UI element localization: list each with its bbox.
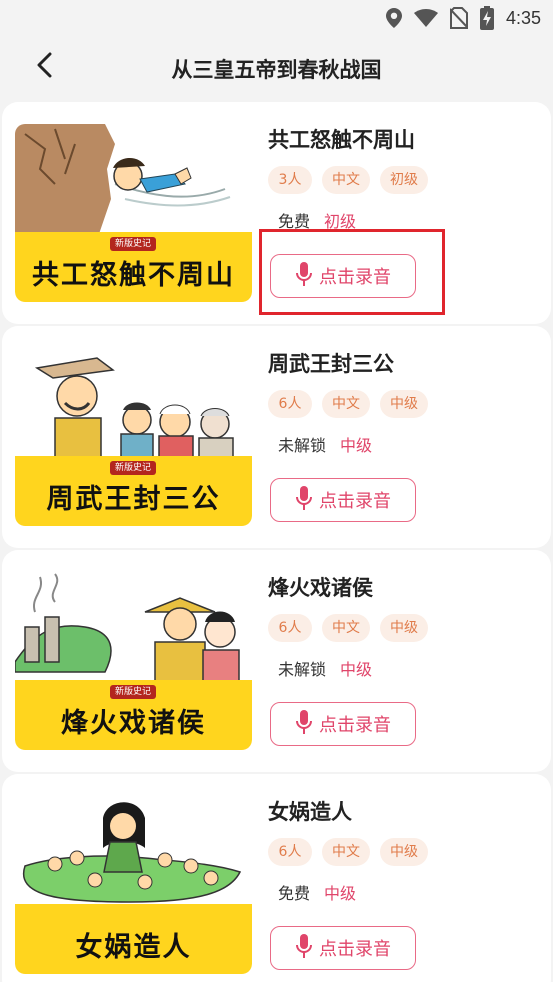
microphone-icon: [295, 933, 313, 963]
record-button[interactable]: 点击录音: [270, 478, 416, 522]
lesson-meta: 免费 中级: [268, 880, 538, 903]
lesson-title: 烽火戏诸侯: [268, 576, 373, 600]
lesson-info: 周武王封三公 6人 中文 中级 未解锁 中级 点击录音: [268, 348, 538, 522]
record-label: 点击录音: [319, 939, 391, 960]
tag-list: 3人 中文 初级: [268, 166, 538, 194]
lesson-card[interactable]: 共工怒触不周山 新版史记 共工怒触不周山 3人 中文 初级 免费 初级 点击录音: [2, 102, 551, 324]
lesson-meta: 未解锁 中级: [268, 656, 538, 679]
series-badge: 新版史记: [110, 461, 157, 475]
tag-language: 中文: [322, 614, 370, 642]
access-status: 未解锁: [278, 436, 327, 455]
nav-bar: 从三皇五帝到春秋战国: [0, 36, 553, 100]
difficulty-level: 中级: [340, 436, 373, 455]
difficulty-level: 初级: [324, 212, 357, 231]
lesson-meta: 免费 初级: [268, 208, 538, 231]
clock: 4:35: [505, 7, 541, 28]
lesson-title: 共工怒触不周山: [268, 128, 415, 152]
record-label: 点击录音: [319, 715, 391, 736]
tag-level: 中级: [380, 838, 428, 866]
lesson-illustration: [15, 796, 252, 906]
lesson-info: 女娲造人 6人 中文 中级 免费 中级 点击录音: [268, 796, 538, 970]
lesson-thumbnail: 周武王封三公 新版史记: [15, 348, 252, 526]
lesson-card[interactable]: 周武王封三公 新版史记 周武王封三公 6人 中文 中级 未解锁 中级 点击录音: [2, 326, 551, 548]
record-button[interactable]: 点击录音: [270, 254, 416, 298]
lesson-info: 共工怒触不周山 3人 中文 初级 免费 初级 点击录音: [268, 124, 538, 298]
lesson-title: 女娲造人: [268, 800, 352, 824]
tag-level: 初级: [380, 166, 428, 194]
access-status: 免费: [278, 884, 311, 903]
tag-language: 中文: [322, 390, 370, 418]
tag-people: 3人: [268, 166, 312, 194]
no-sim-icon: [449, 7, 468, 29]
thumbnail-title: 周武王封三公: [46, 484, 221, 515]
tag-list: 6人 中文 中级: [268, 838, 538, 866]
access-status: 免费: [278, 212, 311, 231]
microphone-icon: [295, 261, 313, 291]
tag-people: 6人: [268, 390, 312, 418]
page-title: 从三皇五帝到春秋战国: [171, 58, 382, 82]
battery-charging-icon: [479, 6, 494, 30]
lesson-illustration: [15, 572, 252, 682]
tag-list: 6人 中文 中级: [268, 390, 538, 418]
lesson-info: 烽火戏诸侯 6人 中文 中级 未解锁 中级 点击录音: [268, 572, 538, 746]
lesson-card[interactable]: 女娲造人 女娲造人 6人 中文 中级 免费 中级 点击录音: [2, 774, 551, 982]
tag-people: 6人: [268, 614, 312, 642]
record-button[interactable]: 点击录音: [270, 702, 416, 746]
lesson-card[interactable]: 烽火戏诸侯 新版史记 烽火戏诸侯 6人 中文 中级 未解锁 中级 点击录音: [2, 550, 551, 772]
difficulty-level: 中级: [340, 660, 373, 679]
lesson-thumbnail: 烽火戏诸侯 新版史记: [15, 572, 252, 750]
lesson-illustration: [15, 348, 252, 458]
record-label: 点击录音: [319, 491, 391, 512]
lesson-title: 周武王封三公: [268, 352, 394, 376]
tag-list: 6人 中文 中级: [268, 614, 538, 642]
wifi-icon: [413, 9, 438, 27]
microphone-icon: [295, 709, 313, 739]
series-badge: 新版史记: [110, 237, 157, 251]
record-button[interactable]: 点击录音: [270, 926, 416, 970]
microphone-icon: [295, 485, 313, 515]
tag-level: 中级: [380, 614, 428, 642]
lesson-thumbnail: 共工怒触不周山 新版史记: [15, 124, 252, 302]
tag-people: 6人: [268, 838, 312, 866]
thumbnail-banner: 女娲造人: [15, 904, 252, 974]
location-icon: [385, 8, 402, 28]
status-bar: 4:35: [0, 0, 553, 36]
thumbnail-title: 烽火戏诸侯: [61, 708, 206, 739]
tag-level: 中级: [380, 390, 428, 418]
lesson-meta: 未解锁 中级: [268, 432, 538, 455]
thumbnail-title: 共工怒触不周山: [32, 260, 235, 291]
tag-language: 中文: [322, 838, 370, 866]
series-badge: 新版史记: [110, 685, 157, 699]
access-status: 未解锁: [278, 660, 327, 679]
difficulty-level: 中级: [324, 884, 357, 903]
tag-language: 中文: [322, 166, 370, 194]
lesson-illustration: [15, 124, 252, 234]
lesson-thumbnail: 女娲造人: [15, 796, 252, 974]
record-label: 点击录音: [319, 267, 391, 288]
thumbnail-title: 女娲造人: [75, 932, 192, 963]
